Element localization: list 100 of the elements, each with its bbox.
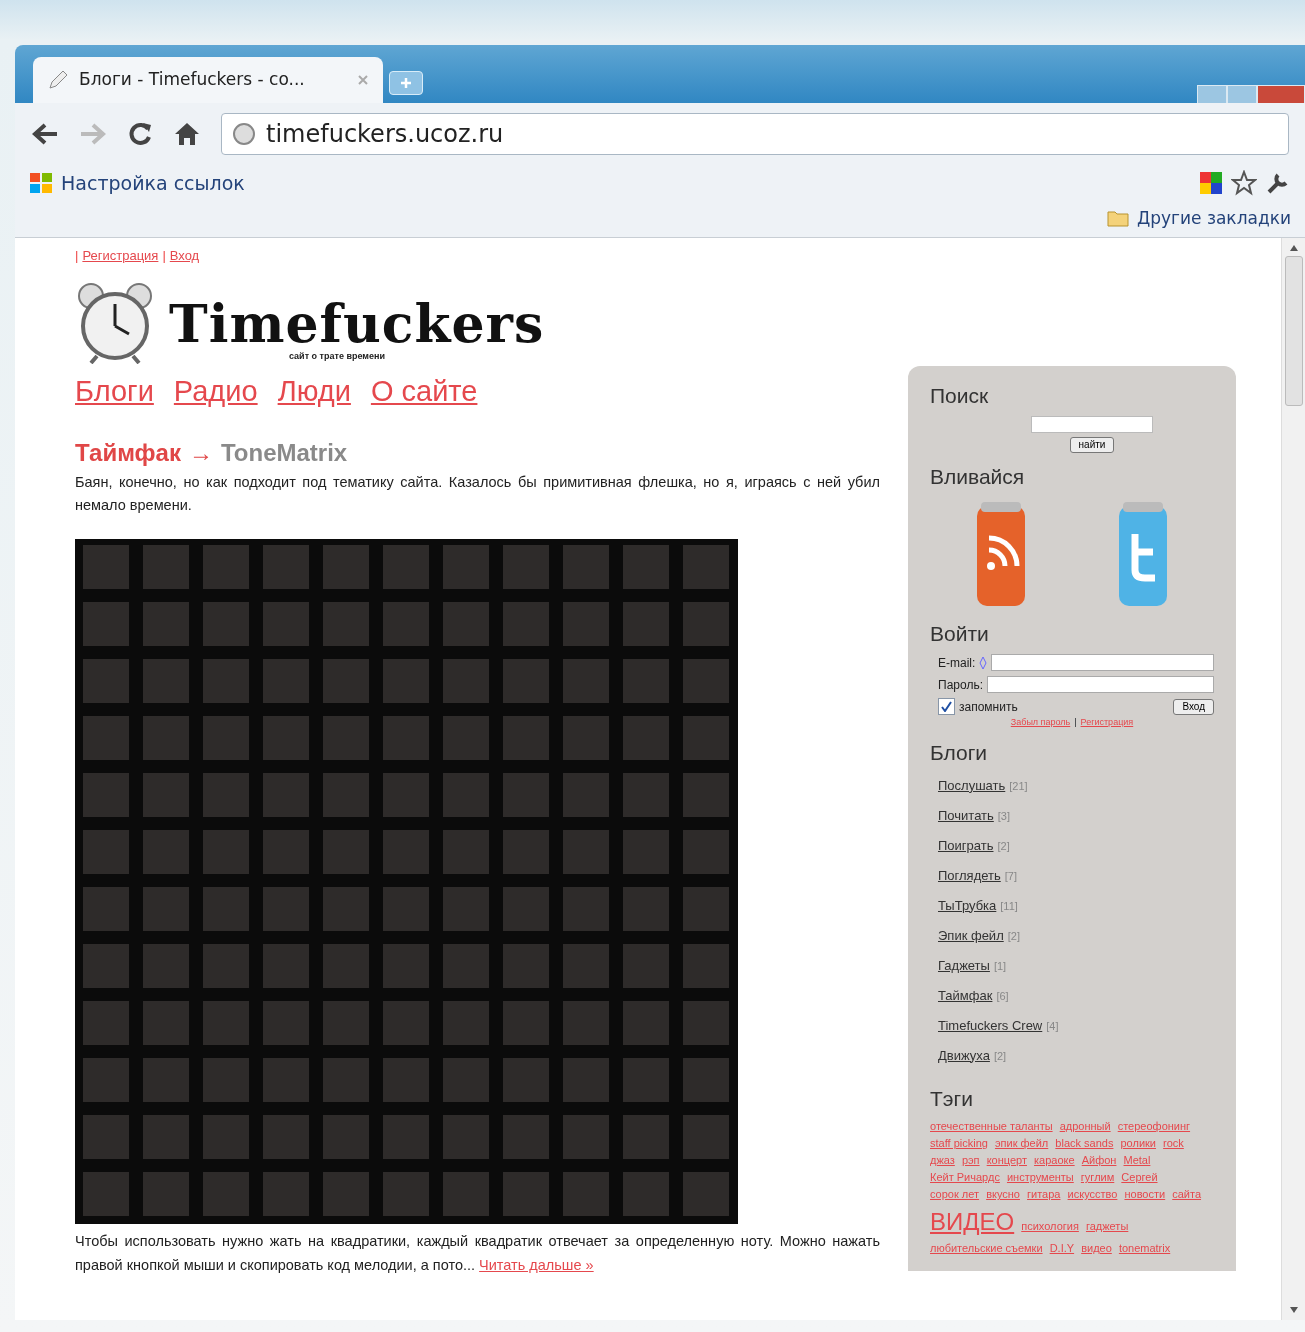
home-icon[interactable] xyxy=(173,121,201,147)
blog-category-link[interactable]: Поглядеть xyxy=(938,867,1001,883)
openid-icon xyxy=(979,655,988,670)
post-count: [3] xyxy=(997,809,1011,822)
post-count: [11] xyxy=(1000,899,1018,912)
email-label: E-mail: xyxy=(938,654,976,672)
remember-checkbox[interactable] xyxy=(938,698,955,715)
tone-matrix-drawing[interactable] xyxy=(75,539,738,1225)
tag-link[interactable]: ВИДЕО xyxy=(930,1208,1015,1236)
email-field[interactable] xyxy=(991,654,1214,671)
remember-label: запомнить xyxy=(959,698,1018,716)
post-count: [2] xyxy=(997,839,1010,852)
logo-tagline: сайт о трате времени xyxy=(289,350,386,363)
post-intro: Баян, конечно, но как подходит под тематику сайта. Казалось бы примитивная флешка, но я, играясь с ней убил немало времени. xyxy=(75,473,880,516)
tag-link[interactable]: Кейт Ричардс xyxy=(930,1171,1000,1184)
scrollbar[interactable] xyxy=(1281,238,1305,1320)
tag-link[interactable]: Айфон xyxy=(1081,1154,1117,1167)
tag-link[interactable]: стереофонинг xyxy=(1117,1120,1191,1132)
tag-link[interactable]: адронный xyxy=(1059,1120,1111,1132)
section-title: Вливайся xyxy=(930,463,1026,490)
star-icon[interactable] xyxy=(1231,170,1257,197)
top-link[interactable]: Регистрация xyxy=(82,248,159,263)
search-button[interactable]: найти xyxy=(1069,436,1115,453)
blog-category-link[interactable]: ТыТрубка xyxy=(938,897,997,913)
tag-link[interactable]: искусство xyxy=(1067,1188,1118,1201)
tag-link[interactable]: tonematrix xyxy=(1118,1242,1171,1255)
extension-icon[interactable] xyxy=(1199,171,1223,196)
tag-link[interactable]: сайта xyxy=(1172,1188,1202,1201)
section-title: Войти xyxy=(930,621,990,647)
search-field[interactable] xyxy=(1031,415,1153,433)
scroll-up-icon[interactable] xyxy=(1288,244,1299,252)
site-logo[interactable]: Timefuckers xyxy=(169,298,545,350)
nav-link[interactable]: Люди xyxy=(277,369,351,413)
tag-link[interactable]: новости xyxy=(1124,1188,1166,1201)
minimize-button[interactable] xyxy=(1197,85,1227,105)
close-icon[interactable] xyxy=(357,74,369,86)
tag-link[interactable]: вкусно xyxy=(986,1188,1020,1201)
password-field[interactable] xyxy=(987,676,1214,693)
tag-link[interactable]: инструменты xyxy=(1006,1171,1074,1184)
tag-link[interactable]: сорок лет xyxy=(930,1188,980,1201)
tag-link[interactable]: рэп xyxy=(961,1154,980,1167)
tag-link[interactable]: staff picking xyxy=(930,1137,988,1150)
tag-link[interactable]: гуглим xyxy=(1080,1171,1115,1184)
scrollbar-thumb[interactable] xyxy=(1284,256,1303,406)
nav-link[interactable]: Блоги xyxy=(75,369,154,413)
tag-link[interactable]: Metal xyxy=(1123,1154,1151,1167)
top-link[interactable]: Вход xyxy=(169,248,200,263)
tag-link[interactable]: любительские съемки xyxy=(930,1242,1043,1255)
tag-link[interactable]: концерт xyxy=(986,1154,1027,1167)
nav-link[interactable]: Радио xyxy=(173,369,258,413)
tag-link[interactable]: эпик фейл xyxy=(994,1137,1049,1150)
bookmark-link[interactable]: Настройка ссылок xyxy=(61,169,245,198)
globe-icon xyxy=(232,122,256,146)
post-count: [21] xyxy=(1009,779,1028,792)
nav-link[interactable]: О сайте xyxy=(370,369,478,413)
post-body: Чтобы использовать нужно жать на квадратики, каждый квадратик отвечает за определенную ноту. Можно нажать правой кнопкой мыши и скопировать код мелодии, а пото... Читать дальше » xyxy=(75,1232,880,1275)
tag-link[interactable]: Сергей xyxy=(1121,1171,1158,1184)
browser-tab[interactable]: Блоги - Timefuckers - co... xyxy=(33,57,383,103)
tag-link[interactable]: гитара xyxy=(1027,1188,1061,1201)
tag-link[interactable]: rock xyxy=(1163,1137,1184,1150)
separator: | xyxy=(1074,716,1077,727)
blog-category-link[interactable]: Гаджеты xyxy=(938,957,990,973)
tag-link[interactable]: видео xyxy=(1081,1242,1112,1255)
blog-category-link[interactable]: Послушать xyxy=(938,777,1006,793)
checkmark-icon xyxy=(941,701,952,712)
maximize-button[interactable] xyxy=(1227,85,1257,105)
blog-category-link[interactable]: Timefuckers Crew xyxy=(938,1017,1043,1033)
blog-category-link[interactable]: Движуха xyxy=(938,1047,990,1063)
plus-icon xyxy=(400,77,412,89)
address-bar[interactable]: timefuckers.ucoz.ru xyxy=(221,113,1289,155)
tab-title: Блоги - Timefuckers - co... xyxy=(79,68,305,92)
read-more-link[interactable]: Читать дальше » xyxy=(479,1256,594,1273)
section-title: Тэги xyxy=(930,1085,974,1112)
scroll-down-icon[interactable] xyxy=(1288,1306,1299,1314)
other-bookmarks[interactable]: Другие закладки xyxy=(1136,205,1291,231)
tag-link[interactable]: психология xyxy=(1021,1220,1079,1233)
new-tab-button[interactable] xyxy=(389,71,423,95)
section-title: Поиск xyxy=(930,383,990,409)
tag-link[interactable]: джаз xyxy=(930,1154,955,1167)
tag-link[interactable]: гаджеты xyxy=(1085,1220,1129,1233)
tag-link[interactable]: отечественные таланты xyxy=(930,1120,1053,1132)
blog-category-link[interactable]: Поиграть xyxy=(938,837,994,853)
folder-icon xyxy=(1106,209,1129,228)
login-link[interactable]: Забыл пароль xyxy=(1010,716,1071,727)
back-icon[interactable] xyxy=(31,122,59,146)
blog-category-link[interactable]: Почитать xyxy=(938,807,994,823)
reload-icon[interactable] xyxy=(127,121,153,147)
forward-icon[interactable] xyxy=(79,122,107,146)
tag-link[interactable]: black sands xyxy=(1055,1137,1114,1150)
blog-category-link[interactable]: Эпик фейл xyxy=(938,927,1004,943)
separator: | xyxy=(75,248,79,263)
tag-link[interactable]: ролики xyxy=(1120,1137,1156,1150)
pencil-icon xyxy=(47,69,69,91)
blog-category-link[interactable]: Таймфак xyxy=(938,987,993,1003)
close-button[interactable] xyxy=(1257,85,1305,105)
login-button[interactable]: Вход xyxy=(1173,698,1214,715)
post-category[interactable]: Таймфак xyxy=(75,435,181,471)
tag-link[interactable]: D.I.Y xyxy=(1049,1242,1075,1255)
login-link[interactable]: Регистрация xyxy=(1080,716,1134,727)
tag-link[interactable]: караоке xyxy=(1034,1154,1075,1167)
